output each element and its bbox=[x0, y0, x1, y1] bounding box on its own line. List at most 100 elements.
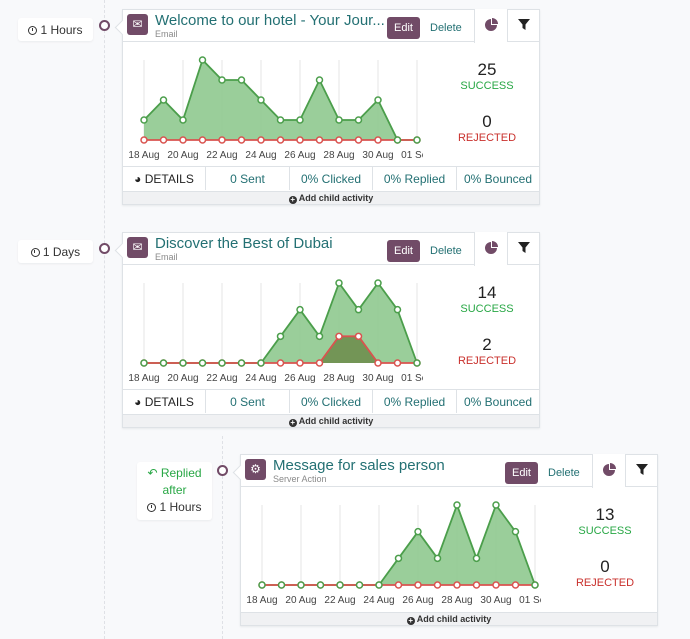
plus-circle-icon: + bbox=[288, 195, 297, 204]
rejected-point bbox=[335, 136, 343, 144]
details-button[interactable]: ◕ DETAILS bbox=[123, 167, 206, 190]
edit-button[interactable]: Edit bbox=[387, 17, 420, 39]
success-point bbox=[335, 279, 343, 287]
delay-line: 1 Hours bbox=[141, 499, 208, 516]
timeline-line bbox=[104, 0, 105, 639]
success-point bbox=[315, 332, 324, 341]
rejected-point bbox=[140, 136, 148, 144]
activity-title[interactable]: Message for sales person bbox=[273, 457, 505, 474]
tab-filter[interactable] bbox=[507, 232, 540, 265]
rejected-point bbox=[296, 136, 304, 144]
rejected-stat: 0 REJECTED bbox=[447, 112, 527, 144]
tab-filter[interactable] bbox=[507, 9, 540, 42]
add-child-activity-button[interactable]: + Add child activity bbox=[123, 414, 539, 427]
clicked-stat[interactable]: 0% Clicked bbox=[290, 390, 373, 413]
success-label: SUCCESS bbox=[460, 80, 514, 92]
timeline-node bbox=[99, 20, 110, 31]
rejected-point bbox=[179, 136, 187, 144]
rejected-count: 0 bbox=[600, 557, 610, 576]
activity-title[interactable]: Welcome to our hotel - Your Jour... bbox=[155, 12, 387, 29]
sent-stat[interactable]: 0 Sent bbox=[206, 390, 290, 413]
sent-stat[interactable]: 0 Sent bbox=[206, 167, 290, 190]
add-child-activity-button[interactable]: + Add child activity bbox=[123, 191, 539, 204]
x-tick-label: 30 Aug bbox=[480, 595, 511, 606]
x-tick-label: 26 Aug bbox=[284, 150, 315, 161]
activity-card: ✉ Discover the Best of Dubai Email Edit … bbox=[122, 232, 540, 428]
success-point bbox=[198, 359, 207, 367]
x-tick-label: 18 Aug bbox=[128, 373, 159, 384]
x-tick-label: 18 Aug bbox=[246, 595, 277, 606]
card-header: ✉ Welcome to our hotel - Your Jour... Em… bbox=[123, 9, 540, 43]
tab-graph[interactable] bbox=[592, 454, 625, 488]
activity-card: ✉ Welcome to our hotel - Your Jour... Em… bbox=[122, 9, 540, 205]
x-tick-label: 24 Aug bbox=[245, 373, 276, 384]
success-point bbox=[276, 116, 285, 124]
filter-icon bbox=[636, 464, 648, 475]
rejected-point bbox=[296, 359, 304, 367]
pie-chart-icon bbox=[485, 18, 498, 31]
rejected-point bbox=[393, 359, 402, 367]
x-tick-label: 20 Aug bbox=[167, 373, 198, 384]
delete-button[interactable]: Delete bbox=[430, 240, 462, 262]
delete-button[interactable]: Delete bbox=[548, 462, 580, 484]
replied-stat[interactable]: 0% Replied bbox=[373, 390, 457, 413]
success-point bbox=[413, 359, 421, 367]
details-button[interactable]: ◕ DETAILS bbox=[123, 390, 206, 413]
edit-button[interactable]: Edit bbox=[387, 240, 420, 262]
tab-graph[interactable] bbox=[474, 232, 507, 266]
delete-button[interactable]: Delete bbox=[430, 17, 462, 39]
success-point bbox=[413, 136, 421, 144]
success-point bbox=[335, 116, 343, 124]
rejected-point bbox=[315, 136, 324, 144]
replied-stat[interactable]: 0% Replied bbox=[373, 167, 457, 190]
rejected-count: 0 bbox=[482, 112, 492, 131]
tab-graph[interactable] bbox=[474, 9, 507, 43]
success-point bbox=[375, 581, 383, 589]
rejected-point bbox=[276, 359, 285, 367]
x-tick-label: 28 Aug bbox=[323, 373, 354, 384]
success-label: SUCCESS bbox=[578, 525, 632, 537]
success-point bbox=[296, 116, 304, 124]
x-tick-label: 30 Aug bbox=[362, 150, 393, 161]
tab-filter[interactable] bbox=[625, 454, 658, 487]
filter-icon bbox=[518, 19, 530, 30]
card-footer: ◕ DETAILS 0 Sent 0% Clicked 0% Replied 0… bbox=[123, 389, 539, 413]
clock-icon bbox=[28, 26, 38, 35]
bounced-stat[interactable]: 0% Bounced bbox=[457, 390, 539, 413]
timeline-node bbox=[99, 243, 110, 254]
success-stat: 25 SUCCESS bbox=[447, 60, 527, 92]
rejected-point bbox=[354, 332, 363, 341]
delay-badge: 1 Days bbox=[18, 240, 93, 263]
activity-title[interactable]: Discover the Best of Dubai bbox=[155, 235, 387, 252]
success-point bbox=[257, 359, 265, 367]
activity-type: Server Action bbox=[273, 474, 327, 484]
bounced-stat[interactable]: 0% Bounced bbox=[457, 167, 539, 190]
success-point bbox=[492, 501, 500, 509]
rejected-point bbox=[472, 581, 481, 589]
x-tick-label: 30 Aug bbox=[362, 373, 393, 384]
pie-chart-icon bbox=[485, 241, 498, 254]
x-tick-label: 20 Aug bbox=[167, 150, 198, 161]
edit-button[interactable]: Edit bbox=[505, 462, 538, 484]
trigger-badge: ↶ Replied after 1 Hours bbox=[137, 462, 212, 520]
envelope-icon: ✉ bbox=[127, 14, 148, 35]
success-point bbox=[296, 305, 304, 314]
rejected-point bbox=[492, 581, 500, 589]
x-tick-label: 01 Sep bbox=[401, 150, 423, 161]
success-point bbox=[355, 581, 364, 589]
rejected-point bbox=[453, 581, 461, 589]
success-series-area bbox=[262, 505, 535, 585]
success-series-area bbox=[144, 283, 417, 363]
activity-type: Email bbox=[155, 29, 178, 39]
x-tick-label: 01 Sep bbox=[401, 373, 423, 384]
success-point bbox=[453, 501, 461, 509]
rejected-point bbox=[218, 136, 226, 144]
success-count: 13 bbox=[595, 505, 615, 524]
rejected-point bbox=[159, 136, 168, 144]
success-point bbox=[393, 136, 402, 144]
success-point bbox=[218, 359, 226, 367]
success-point bbox=[393, 305, 402, 314]
pie-chart-icon bbox=[603, 463, 616, 476]
clicked-stat[interactable]: 0% Clicked bbox=[290, 167, 373, 190]
add-child-activity-button[interactable]: + Add child activity bbox=[241, 612, 657, 625]
